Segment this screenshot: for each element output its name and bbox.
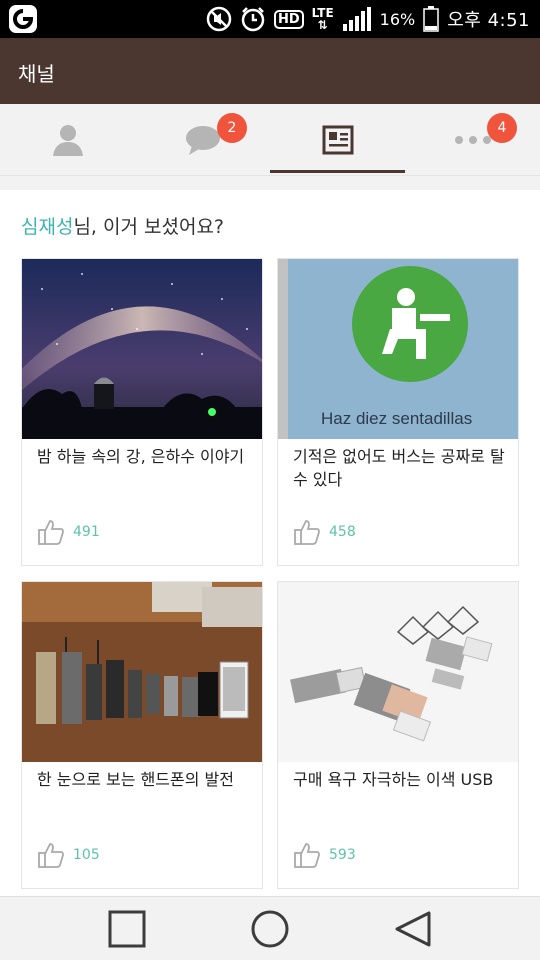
greeting-text: 님, 이거 보셨어요? [73,216,225,238]
active-tab-indicator [270,170,405,173]
battery-icon [423,6,439,32]
tab-channel[interactable] [270,104,405,176]
content-card[interactable]: 구매 욕구 자극하는 이색 USB 593 [277,581,519,889]
card-image-squat-sign: Haz diez sentadillas [278,259,518,439]
content-card[interactable]: Haz diez sentadillas 기적은 없어도 버스는 공짜로 탈 수… [277,258,519,566]
like-count: 491 [73,524,100,540]
channel-icon [322,125,353,155]
like-button[interactable]: 491 [37,517,100,547]
more-icon [454,136,491,144]
like-count: 458 [329,524,356,540]
recent-apps-icon[interactable] [107,909,147,949]
page-title: 채널 [18,62,55,86]
card-image-crystal-usb [278,582,518,762]
app-logo-icon [9,5,37,33]
channel-feed: 심재성님, 이거 보셨어요? 밤 하늘 속의 강, 은하수 이야기 491 Ha… [0,190,540,896]
like-button[interactable]: 105 [37,840,100,870]
mute-icon [206,6,232,32]
card-title: 밤 하늘 속의 강, 은하수 이야기 [37,447,245,466]
card-title: 구매 욕구 자극하는 이색 USB [293,770,494,789]
clock: 오후 4:51 [447,10,530,31]
lte-icon: LTE ⇅ [311,6,334,32]
sign-caption: Haz diez sentadillas [321,409,473,428]
thumbs-up-icon [38,843,64,868]
chat-badge: 2 [217,113,247,143]
card-title: 기적은 없어도 버스는 공짜로 탈 수 있다 [293,447,505,489]
thumbs-up-icon [38,520,64,545]
back-icon[interactable] [393,909,433,949]
card-image-milky-way [22,259,262,439]
status-bar: HD LTE ⇅ 16% 오후 4:51 [0,0,540,38]
home-icon[interactable] [250,909,290,949]
like-count: 105 [73,847,100,863]
card-image-phones-evolution [22,582,262,762]
tab-more[interactable]: 4 [405,104,540,176]
thumbs-up-icon [294,843,320,868]
app-bar: 채널 [0,38,540,104]
tab-profile[interactable] [0,104,135,176]
profile-icon [52,125,83,156]
greeting: 심재성님, 이거 보셨어요? [21,212,224,239]
system-nav-bar [0,896,540,960]
like-button[interactable]: 458 [293,517,356,547]
chat-icon [185,126,220,155]
thumbs-up-icon [294,520,320,545]
hd-icon: HD [273,9,304,29]
like-button[interactable]: 593 [293,840,356,870]
greeting-username[interactable]: 심재성 [21,216,73,238]
battery-percent: 16% [379,9,416,29]
like-count: 593 [329,847,356,863]
tab-chat[interactable]: 2 [135,104,270,176]
alarm-icon [241,7,265,32]
content-card[interactable]: 밤 하늘 속의 강, 은하수 이야기 491 [21,258,263,566]
signal-icon [342,7,371,31]
tab-bar: 2 4 [0,104,540,176]
content-card[interactable]: 한 눈으로 보는 핸드폰의 발전 105 [21,581,263,889]
more-badge: 4 [487,113,517,143]
card-title: 한 눈으로 보는 핸드폰의 발전 [37,770,234,789]
